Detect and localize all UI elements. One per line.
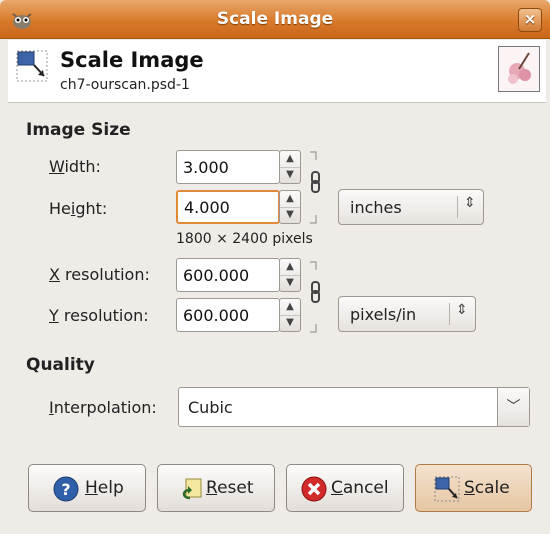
scale-image-dialog: Scale Image × Scale Image ch7-ourscan.ps… [0, 0, 550, 534]
scale-text: cale [474, 478, 510, 498]
cancel-icon [301, 476, 327, 502]
x-resolution-input[interactable] [177, 259, 279, 291]
x-resolution-increment-icon[interactable]: ▲ [280, 259, 300, 276]
size-unit-updown-icon[interactable]: ⇕ [464, 195, 476, 211]
resolution-unit-separator [449, 303, 450, 325]
cancel-mnemonic: C [331, 478, 343, 498]
interpolation-text: nterpolation: [53, 398, 157, 417]
y-resolution-label: Y resolution: [49, 306, 149, 325]
size-unit-separator [457, 196, 458, 218]
y-resolution-input[interactable] [177, 299, 279, 331]
scale-tool-icon [16, 50, 48, 82]
interpolation-select[interactable]: Cubic ﹀ [178, 387, 530, 427]
y-resolution-increment-icon[interactable]: ▲ [280, 299, 300, 316]
window-title: Scale Image [216, 9, 334, 29]
interpolation-value: Cubic [188, 398, 233, 417]
height-stepper[interactable]: ▲ ▼ [279, 190, 301, 224]
y-resolution-text: resolution: [58, 306, 149, 325]
quality-heading: Quality [26, 355, 95, 375]
width-increment-icon[interactable]: ▲ [280, 151, 300, 168]
reset-mnemonic: R [206, 478, 218, 498]
reset-button[interactable]: Reset [157, 464, 275, 512]
interpolation-label: Interpolation: [49, 398, 157, 417]
y-resolution-decrement-icon[interactable]: ▼ [280, 315, 300, 331]
help-label: Help [85, 478, 124, 498]
width-label: Width: [49, 157, 101, 176]
height-label: Height: [49, 199, 107, 218]
help-mnemonic: H [85, 478, 98, 498]
height-increment-icon[interactable]: ▲ [280, 191, 300, 208]
dialog-header: Scale Image ch7-ourscan.psd-1 [8, 40, 546, 103]
image-name: ch7-ourscan.psd-1 [60, 77, 190, 93]
pixel-dimensions: 1800 × 2400 pixels [176, 231, 313, 247]
image-thumbnail [498, 46, 540, 92]
scale-icon [434, 476, 460, 502]
resolution-unit-updown-icon[interactable]: ⇕ [456, 302, 468, 318]
size-chain-link-icon[interactable] [308, 150, 322, 225]
x-resolution-text: resolution: [59, 265, 150, 284]
height-input[interactable] [178, 192, 278, 222]
width-stepper[interactable]: ▲ ▼ [279, 150, 301, 184]
help-text: elp [97, 478, 124, 498]
cancel-text: ancel [342, 478, 389, 498]
svg-text:?: ? [61, 480, 70, 499]
scale-button[interactable]: Scale [415, 464, 532, 512]
resolution-chain-link-icon[interactable] [308, 260, 322, 334]
header-title: Scale Image [60, 48, 204, 72]
x-resolution-mnemonic: X [49, 265, 60, 284]
x-resolution-field[interactable] [176, 258, 280, 292]
resolution-unit-select[interactable]: pixels/in ⇕ [338, 296, 476, 332]
cancel-label: Cancel [331, 478, 389, 498]
width-input[interactable] [177, 151, 279, 183]
reset-text: eset [217, 478, 254, 498]
height-field[interactable] [176, 190, 280, 224]
image-size-heading: Image Size [26, 120, 131, 140]
x-resolution-decrement-icon[interactable]: ▼ [280, 275, 300, 291]
width-label-text: idth: [64, 157, 101, 176]
cancel-button[interactable]: Cancel [286, 464, 404, 512]
title-bar[interactable]: Scale Image × [0, 0, 550, 39]
help-icon: ? [53, 476, 79, 502]
close-button[interactable]: × [518, 8, 542, 32]
x-resolution-label: X resolution: [49, 265, 150, 284]
help-button[interactable]: ? Help [28, 464, 146, 512]
y-resolution-stepper[interactable]: ▲ ▼ [279, 298, 301, 332]
height-decrement-icon[interactable]: ▼ [280, 207, 300, 223]
resolution-unit-value: pixels/in [350, 305, 417, 324]
size-unit-value: inches [350, 198, 402, 217]
height-label-text: ght: [75, 199, 108, 218]
scale-label: Scale [464, 478, 510, 498]
reset-label: Reset [206, 478, 254, 498]
height-label-pre: He [49, 199, 71, 218]
scale-mnemonic: S [464, 478, 475, 498]
x-resolution-stepper[interactable]: ▲ ▼ [279, 258, 301, 292]
width-label-mnemonic: W [49, 157, 65, 176]
width-field[interactable] [176, 150, 280, 184]
y-resolution-mnemonic: Y [49, 306, 59, 325]
y-resolution-field[interactable] [176, 298, 280, 332]
chevron-down-icon[interactable]: ﹀ [497, 388, 529, 426]
reset-icon [182, 478, 202, 500]
width-decrement-icon[interactable]: ▼ [280, 167, 300, 183]
size-unit-select[interactable]: inches ⇕ [338, 189, 484, 225]
